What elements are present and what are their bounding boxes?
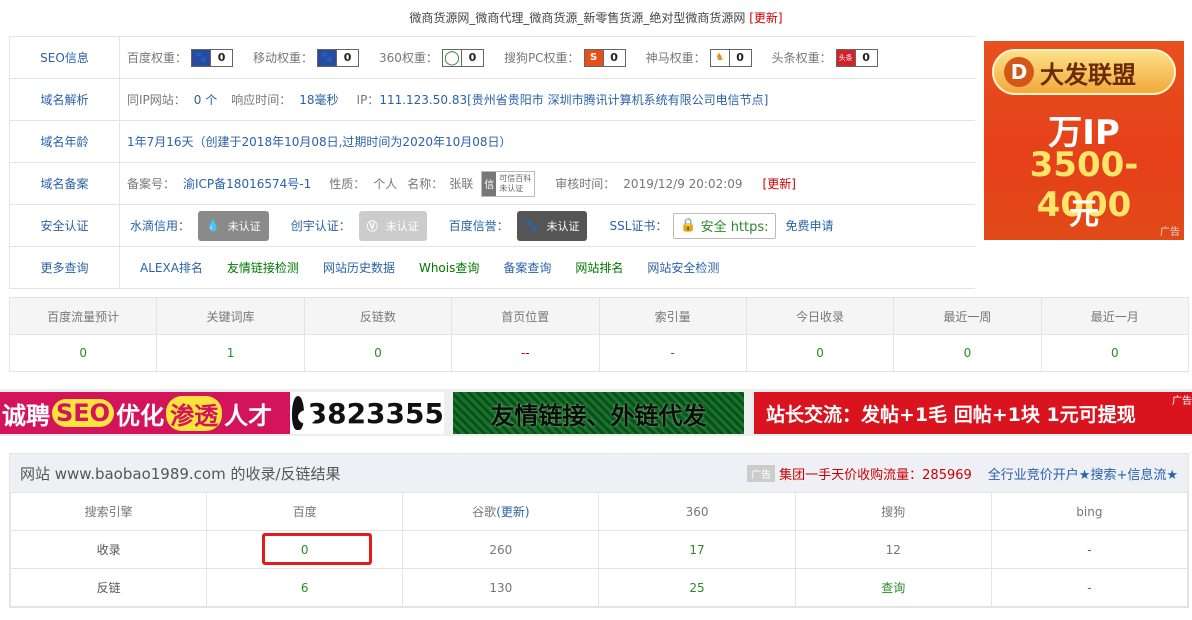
whois-link[interactable]: Whois查询	[419, 259, 479, 276]
chuangyu-badge[interactable]: Ⓥ 未认证	[358, 210, 427, 241]
more-row: 更多查询 ALEXA排名 友情链接检测 网站历史数据 Whois查询 备案查询 …	[9, 247, 975, 289]
highlight-box	[262, 533, 372, 565]
history-link[interactable]: 网站历史数据	[323, 259, 395, 276]
more-label: 更多查询	[9, 247, 120, 288]
sogou-icon: S	[583, 48, 604, 67]
ssl-badge[interactable]: 🔒 安全 https:	[673, 212, 776, 239]
kxbk-icon: 信	[482, 171, 497, 196]
icp-number-link[interactable]: 渝ICP备18016574号-1	[183, 175, 311, 192]
banner-links[interactable]: 友情链接、外链代发	[453, 392, 744, 434]
security-check-link[interactable]: 网站安全检测	[647, 259, 719, 276]
paw-icon: 🐾	[317, 48, 338, 67]
results-table: 搜索引擎 百度 谷歌(更新) 360 搜狗 bing 收录 0 260 17 1…	[9, 492, 1189, 607]
stat-value[interactable]: -	[598, 334, 747, 372]
banner-qq[interactable]: 3823355	[290, 392, 444, 434]
audit-time: 2019/12/9 20:02:09	[623, 176, 743, 191]
dns-row: 域名解析 同IP网站： 0 个 响应时间： 18毫秒 IP： 111.123.5…	[9, 79, 975, 121]
seo-row: SEO信息 百度权重： 🐾 0 移动权重： 🐾 0 360权重： ◯ 0 搜狗PC权重： S 0…	[9, 37, 975, 79]
sogou-weight[interactable]: 搜狗PC权重： S 0	[504, 48, 626, 67]
page-header: 微商货源网_微商代理_微商货源_新零售货源_绝对型微商货源网 [更新]	[0, 0, 1192, 36]
index-results: 网站 www.baobao1989.com 的收录/反链结果 广告 集团一手天价…	[9, 453, 1189, 608]
banner-recruit[interactable]: 诚聘 SEO 优化 渗透 人才	[0, 392, 290, 434]
info-table: SEO信息 百度权重： 🐾 0 移动权重： 🐾 0 360权重： ◯ 0 搜狗PC权重： S 0…	[9, 36, 975, 289]
icp-nature: 个人	[373, 177, 398, 191]
stat-value[interactable]: 0	[745, 334, 895, 372]
icp-row: 域名备案 备案号： 渝ICP备18016574号-1 性质： 个人 名称： 张联…	[9, 163, 975, 205]
friend-link-check[interactable]: 友情链接检测	[227, 259, 299, 276]
toutiao-weight[interactable]: 头条权重： 头条 0	[772, 48, 878, 67]
icp-name: 张联	[449, 177, 474, 191]
same-ip-link[interactable]: 0 个	[194, 91, 217, 108]
stat-value[interactable]: 0	[893, 334, 1042, 372]
icp-update-link[interactable]: [更新]	[763, 175, 796, 192]
baidu-credit-badge[interactable]: 🐾 未认证	[516, 210, 588, 241]
age-label: 域名年龄	[9, 121, 120, 162]
brand-logo-icon: D	[1004, 57, 1034, 87]
side-ad[interactable]: D 大发联盟 万IP 3500-4000 元 广告	[984, 41, 1184, 240]
shenma-icon: ♞	[709, 48, 730, 67]
paw-icon: 🐾	[524, 219, 539, 232]
banner-forum[interactable]: 站长交流：发帖+1毛 回帖+1块 1元可提现 广告	[754, 392, 1192, 434]
stat-value[interactable]: 0	[8, 334, 158, 372]
lock-icon: 🔒	[680, 218, 697, 233]
ad-link-traffic[interactable]: 集团一手天价收购流量：285969	[779, 464, 972, 483]
google-update-link[interactable]: (更新)	[496, 505, 529, 519]
table-row: 反链 6 130 25 查询 -	[9, 568, 1189, 607]
shenma-weight[interactable]: 神马权重： ♞ 0	[646, 48, 752, 67]
alexa-link[interactable]: ALEXA排名	[140, 259, 203, 276]
dns-label: 域名解析	[9, 79, 120, 120]
sogou-query-link[interactable]: 查询	[794, 568, 992, 607]
free-apply-link[interactable]: 免费申请	[786, 217, 834, 234]
kxbk-badge[interactable]: 信 可信百科 未认证	[481, 170, 536, 197]
stat-value[interactable]: --	[451, 334, 600, 372]
baidu-weight[interactable]: 百度权重： 🐾 0	[127, 48, 234, 67]
banner-ads: 诚聘 SEO 优化 渗透 人才 3823355 友情链接、外链代发 站长交流：发帖+1毛…	[0, 389, 1192, 436]
shuidi-badge[interactable]: 💧 未认证	[198, 210, 269, 241]
paw-icon: 🐾	[191, 48, 212, 67]
update-link[interactable]: [更新]	[749, 11, 782, 25]
cert-label: 安全认证	[9, 205, 120, 246]
v-icon: Ⓥ	[366, 219, 378, 233]
stat-value[interactable]: 0	[303, 334, 453, 372]
toutiao-icon: 头条	[835, 48, 856, 67]
results-title: 网站 www.baobao1989.com 的收录/反链结果	[20, 464, 341, 483]
site-title: 微商货源网_微商代理_微商货源_新零售货源_绝对型微商货源网	[409, 11, 746, 25]
cert-row: 安全认证 水滴信用： 💧 未认证 创宇认证： Ⓥ 未认证 百度信誉： 🐾 未认证 SS…	[9, 205, 975, 247]
ring-icon: ◯	[441, 48, 462, 67]
stat-value[interactable]: 0	[1040, 334, 1190, 372]
mobile-weight[interactable]: 移动权重： 🐾 0	[253, 48, 360, 67]
site-rank-link[interactable]: 网站排名	[575, 259, 623, 276]
drop-icon: 💧	[206, 219, 220, 232]
traffic-stats-table: 百度流量预计 关键词库 反链数 首页位置 索引量 今日收录 最近一周 最近一月 …	[8, 297, 1190, 372]
ad-link-bidding[interactable]: 全行业竞价开户★搜索+信息流★	[988, 464, 1178, 483]
ad-brand: D 大发联盟	[992, 49, 1176, 95]
seo-label: SEO信息	[9, 37, 120, 78]
stat-value[interactable]: 1	[156, 334, 305, 372]
age-row: 域名年龄 1年7月16天（创建于2018年10月08日,过期时间为2020年10…	[9, 121, 975, 163]
360-weight[interactable]: 360权重： ◯ 0	[379, 48, 484, 67]
results-header: 网站 www.baobao1989.com 的收录/反链结果 广告 集团一手天价…	[10, 454, 1188, 492]
icp-label: 域名备案	[9, 163, 120, 204]
response-time: 18毫秒	[299, 93, 339, 107]
penguin-icon	[292, 396, 316, 430]
icp-query-link[interactable]: 备案查询	[503, 259, 551, 276]
ip-link[interactable]: 111.123.50.83[贵州省贵阳市 深圳市腾讯计算机系统有限公司电信节点]	[379, 91, 768, 108]
table-row: 收录 0 260 17 12 -	[9, 530, 1189, 569]
domain-age: 1年7月16天（创建于2018年10月08日,过期时间为2020年10月08日）	[127, 135, 512, 149]
